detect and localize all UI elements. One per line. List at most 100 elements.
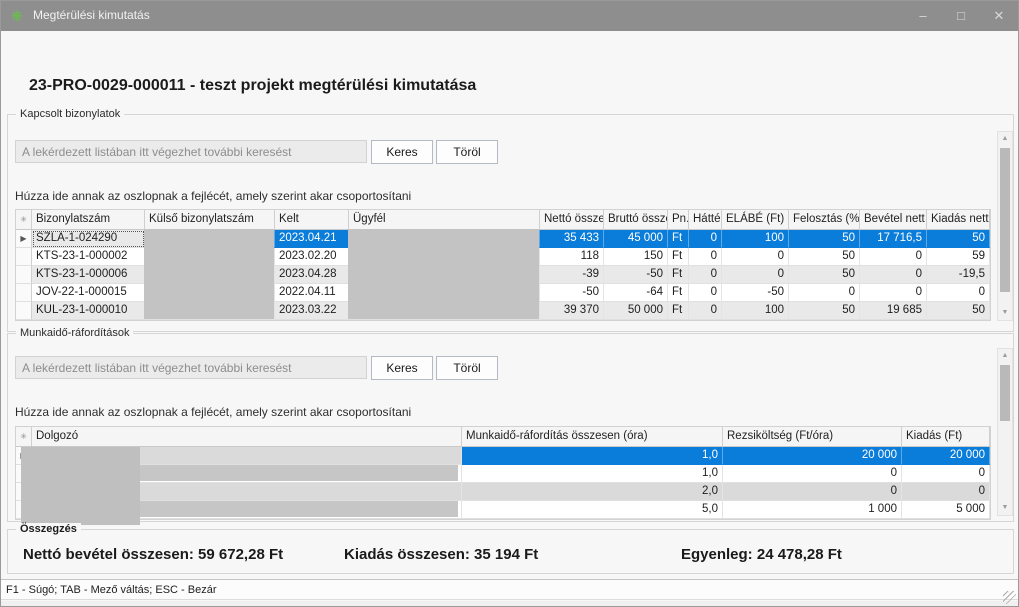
column-header[interactable]: Nettó össze bbox=[540, 210, 604, 230]
grid-cell[interactable]: 50 000 bbox=[604, 302, 668, 320]
grid-cell[interactable]: 20 000 bbox=[902, 447, 990, 465]
grid-cell[interactable]: KUL-23-1-000010 bbox=[32, 302, 145, 320]
column-header[interactable]: Munkaidő-ráfordítás összesen (óra) bbox=[462, 427, 723, 447]
grid-cell[interactable]: KTS-23-1-000002 bbox=[32, 248, 145, 266]
grid-cell[interactable]: -64 bbox=[604, 284, 668, 302]
grid-cell[interactable]: -39 bbox=[540, 266, 604, 284]
column-header[interactable]: Rezsiköltség (Ft/óra) bbox=[723, 427, 902, 447]
grid-cell[interactable]: 50 bbox=[789, 302, 860, 320]
column-header[interactable]: ELÁBÉ (Ft) bbox=[722, 210, 789, 230]
grid-cell[interactable]: 0 bbox=[722, 248, 789, 266]
column-header[interactable]: Kiadás nettó bbox=[927, 210, 990, 230]
grid-cell[interactable]: Ft bbox=[668, 284, 689, 302]
scrollbar-up-icon[interactable]: ▲ bbox=[998, 132, 1012, 146]
documents-scrollbar[interactable]: ▲ ▼ bbox=[997, 131, 1013, 321]
scrollbar-down-icon[interactable]: ▼ bbox=[998, 306, 1012, 320]
grid-cell[interactable]: 2023.04.21 bbox=[275, 230, 349, 248]
close-button[interactable]: ✕ bbox=[980, 1, 1018, 31]
grid-cell[interactable]: 2023.04.28 bbox=[275, 266, 349, 284]
grid-cell[interactable]: 0 bbox=[860, 248, 927, 266]
column-header[interactable]: Ügyfél bbox=[349, 210, 540, 230]
time-scrollbar[interactable]: ▲ ▼ bbox=[997, 348, 1013, 516]
grid-cell[interactable]: -50 bbox=[604, 266, 668, 284]
customize-grid-icon[interactable]: ✳ bbox=[16, 210, 32, 230]
resize-grip-icon[interactable] bbox=[1003, 591, 1016, 604]
grid-cell[interactable]: 100 bbox=[722, 230, 789, 248]
table-row[interactable]: 2,000 bbox=[16, 483, 990, 501]
grid-cell[interactable]: 0 bbox=[860, 284, 927, 302]
grid-cell[interactable]: 0 bbox=[689, 266, 722, 284]
grid-cell[interactable]: 100 bbox=[722, 302, 789, 320]
grid-cell[interactable]: 20 000 bbox=[723, 447, 902, 465]
scrollbar-up-icon[interactable]: ▲ bbox=[998, 349, 1012, 363]
column-header[interactable]: Felosztás (%) bbox=[789, 210, 860, 230]
grid-cell[interactable]: 5 000 bbox=[902, 501, 990, 519]
grid-cell[interactable]: Ft bbox=[668, 266, 689, 284]
grid-cell[interactable]: 0 bbox=[689, 284, 722, 302]
grid-cell[interactable]: Ft bbox=[668, 248, 689, 266]
grid-cell[interactable]: 39 370 bbox=[540, 302, 604, 320]
grid-cell[interactable]: 0 bbox=[927, 284, 990, 302]
scrollbar-thumb[interactable] bbox=[1000, 365, 1010, 421]
customize-grid-icon[interactable]: ✳ bbox=[16, 427, 32, 447]
grid-cell[interactable]: 50 bbox=[927, 230, 990, 248]
column-header[interactable]: Kelt bbox=[275, 210, 349, 230]
documents-clear-button[interactable]: Töröl bbox=[436, 140, 498, 164]
grid-cell[interactable]: 2022.04.11 bbox=[275, 284, 349, 302]
grid-cell[interactable]: 45 000 bbox=[604, 230, 668, 248]
column-header[interactable]: Bizonylatszám bbox=[32, 210, 145, 230]
grid-cell[interactable]: 0 bbox=[902, 483, 990, 501]
grid-cell[interactable]: 0 bbox=[689, 248, 722, 266]
documents-search-button[interactable]: Keres bbox=[371, 140, 433, 164]
grid-cell[interactable]: JOV-22-1-000015 bbox=[32, 284, 145, 302]
grid-cell[interactable]: SZLA-1-024290 bbox=[32, 230, 145, 248]
grid-cell[interactable]: 50 bbox=[789, 266, 860, 284]
grid-cell[interactable]: 0 bbox=[722, 266, 789, 284]
grid-cell[interactable]: 1,0 bbox=[462, 447, 723, 465]
grid-cell[interactable]: 150 bbox=[604, 248, 668, 266]
grid-cell[interactable]: 59 bbox=[927, 248, 990, 266]
grid-cell[interactable]: 118 bbox=[540, 248, 604, 266]
minimize-button[interactable]: – bbox=[904, 1, 942, 31]
column-header[interactable]: Bruttó össze bbox=[604, 210, 668, 230]
grid-cell[interactable]: 50 bbox=[789, 230, 860, 248]
column-header[interactable]: Pn. bbox=[668, 210, 689, 230]
documents-search-input[interactable] bbox=[15, 140, 367, 163]
grid-cell[interactable]: -50 bbox=[722, 284, 789, 302]
table-row[interactable]: ▶1,020 00020 000 bbox=[16, 447, 990, 465]
grid-cell[interactable]: 0 bbox=[789, 284, 860, 302]
grid-cell[interactable]: -50 bbox=[540, 284, 604, 302]
grid-cell[interactable]: 2023.02.20 bbox=[275, 248, 349, 266]
time-search-button[interactable]: Keres bbox=[371, 356, 433, 380]
column-header[interactable]: Külső bizonylatszám bbox=[145, 210, 275, 230]
grid-cell[interactable]: 19 685 bbox=[860, 302, 927, 320]
grid-cell[interactable]: 1 000 bbox=[723, 501, 902, 519]
grid-cell[interactable]: 0 bbox=[689, 230, 722, 248]
grid-cell[interactable]: 35 433 bbox=[540, 230, 604, 248]
grid-cell[interactable]: Ft bbox=[668, 302, 689, 320]
grid-cell[interactable]: -19,5 bbox=[927, 266, 990, 284]
grid-cell[interactable]: Ft bbox=[668, 230, 689, 248]
grid-cell[interactable]: 17 716,5 bbox=[860, 230, 927, 248]
scrollbar-down-icon[interactable]: ▼ bbox=[998, 501, 1012, 515]
grid-cell[interactable]: 0 bbox=[723, 465, 902, 483]
grid-cell[interactable]: KTS-23-1-000006 bbox=[32, 266, 145, 284]
grid-cell[interactable]: 2,0 bbox=[462, 483, 723, 501]
time-clear-button[interactable]: Töröl bbox=[436, 356, 498, 380]
grid-cell[interactable]: 50 bbox=[789, 248, 860, 266]
grid-cell[interactable]: 0 bbox=[860, 266, 927, 284]
grid-cell[interactable]: 5,0 bbox=[462, 501, 723, 519]
grid-cell[interactable]: 0 bbox=[723, 483, 902, 501]
grid-cell[interactable]: 0 bbox=[689, 302, 722, 320]
scrollbar-thumb[interactable] bbox=[1000, 148, 1010, 292]
grid-cell[interactable]: 0 bbox=[902, 465, 990, 483]
time-search-input[interactable] bbox=[15, 356, 367, 379]
column-header[interactable]: Hátté bbox=[689, 210, 722, 230]
column-header[interactable]: Kiadás (Ft) bbox=[902, 427, 990, 447]
column-header[interactable]: Dolgozó bbox=[32, 427, 462, 447]
grid-cell[interactable]: 2023.03.22 bbox=[275, 302, 349, 320]
column-header[interactable]: Bevétel nett bbox=[860, 210, 927, 230]
grid-cell[interactable]: 1,0 bbox=[462, 465, 723, 483]
grid-cell[interactable]: 50 bbox=[927, 302, 990, 320]
maximize-button[interactable]: □ bbox=[942, 1, 980, 31]
